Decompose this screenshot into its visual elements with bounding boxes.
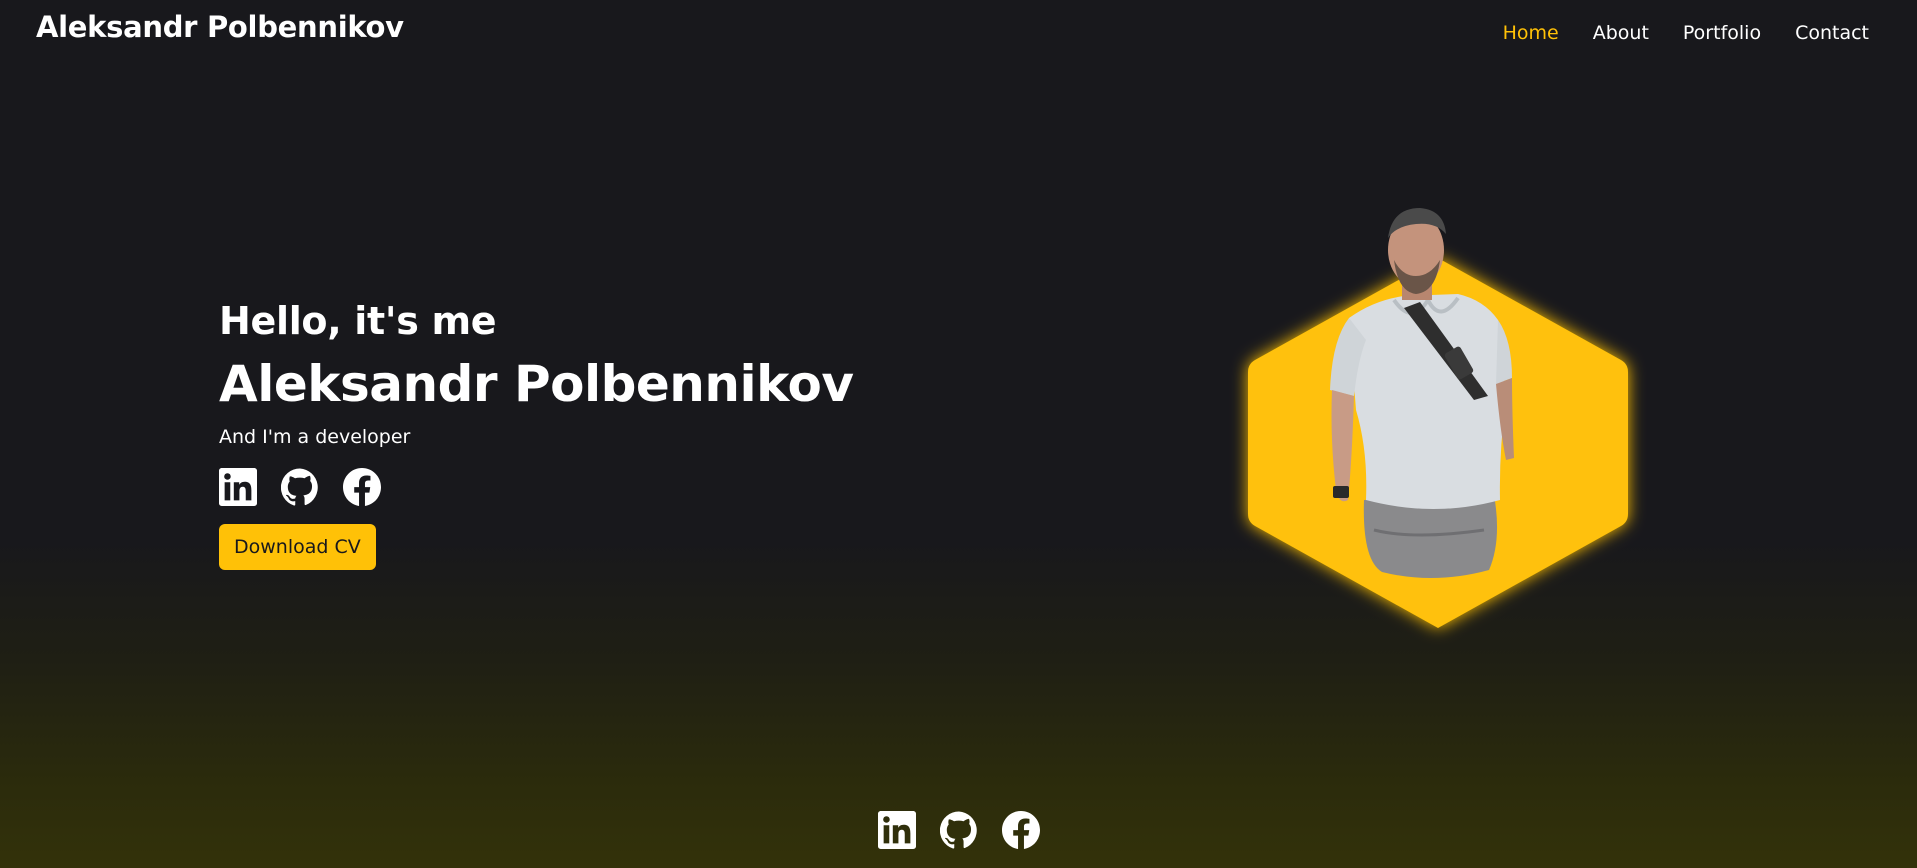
hero-name: Aleksandr Polbennikov — [219, 355, 854, 413]
facebook-icon[interactable] — [343, 468, 381, 506]
site-logo[interactable]: Aleksandr Polbennikov — [36, 10, 404, 44]
download-cv-button[interactable]: Download CV — [219, 524, 376, 570]
site-header: Aleksandr Polbennikov Home About Portfol… — [0, 0, 1917, 70]
hero-role: And I'm a developer — [219, 426, 411, 448]
footer-social-links — [0, 811, 1917, 849]
facebook-icon[interactable] — [1001, 811, 1040, 849]
linkedin-icon[interactable] — [877, 811, 916, 849]
linkedin-icon[interactable] — [219, 468, 257, 506]
github-icon[interactable] — [939, 811, 978, 849]
hero-social-links — [219, 468, 853, 506]
hero-section: Hello, it's me Aleksandr Polbennikov And… — [219, 296, 854, 570]
main-nav: Home About Portfolio Contact — [1503, 22, 1869, 44]
nav-link-about[interactable]: About — [1593, 22, 1649, 44]
hero-portrait — [1244, 200, 1630, 640]
nav-link-contact[interactable]: Contact — [1795, 22, 1869, 44]
nav-link-home[interactable]: Home — [1503, 22, 1559, 44]
portrait-photo — [1248, 208, 1628, 628]
nav-link-portfolio[interactable]: Portfolio — [1683, 22, 1761, 44]
github-icon[interactable] — [281, 468, 319, 506]
hero-greeting: Hello, it's me — [219, 299, 497, 343]
